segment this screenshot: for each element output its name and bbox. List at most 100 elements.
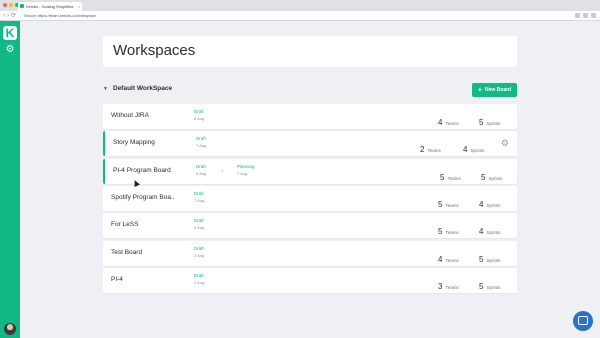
phase-name: Draft <box>196 136 206 142</box>
phase-date: 7 Aug <box>237 170 248 176</box>
board-row[interactable]: Spotify Program Boa.. Draft 7 Aug 5 Teams… <box>103 185 517 212</box>
teams-count: 5 Teams <box>438 194 459 212</box>
close-tab-icon[interactable]: × <box>78 2 80 11</box>
sprints-label: Sprints <box>486 230 501 236</box>
phase-name: Draft <box>196 163 206 169</box>
teams-label: Teams <box>427 148 441 154</box>
avatar[interactable] <box>4 323 16 335</box>
sprints-number: 5 <box>481 172 486 182</box>
menu-icon[interactable] <box>591 13 596 18</box>
board-row[interactable]: PI-4 Program Board Draft 6 Aug › Plannin… <box>103 158 517 185</box>
phase-name: Draft <box>194 109 204 114</box>
gear-icon[interactable]: ⚙ <box>501 138 509 149</box>
board-name[interactable]: PI-4 Program Board <box>113 167 171 174</box>
sprints-label: Sprints <box>470 148 485 154</box>
phase-date: 8 Aug <box>194 116 205 121</box>
sprints-number: 4 <box>463 145 468 155</box>
url-secure-label: Secure <box>24 13 37 18</box>
teams-count: 4 Teams <box>438 112 459 130</box>
favicon-icon <box>20 4 24 8</box>
phase-date: 6 Aug <box>194 225 205 231</box>
board-name[interactable]: For LeSS <box>111 221 138 228</box>
window-controls <box>3 3 19 7</box>
phase-date: 2 Aug <box>194 279 205 285</box>
sprints-label: Sprints <box>488 175 503 181</box>
main-content: Workspaces ▼ Default WorkSpace + New Boar… <box>20 21 600 338</box>
gear-icon[interactable]: ⚙ <box>4 44 16 56</box>
phase-planning: Planning 7 Aug <box>237 164 255 176</box>
board-row[interactable]: For LeSS Draft 6 Aug 5 Teams 4 Sprints <box>103 213 517 239</box>
sprints-count: 5 Sprints <box>479 249 500 267</box>
close-window-button[interactable] <box>3 3 7 7</box>
teams-label: Teams <box>445 230 459 236</box>
teams-count: 4 Teams <box>438 249 459 267</box>
board-name[interactable]: Spotify Program Boa.. <box>111 194 175 201</box>
workspace-title[interactable]: Default WorkSpace <box>113 85 172 92</box>
new-board-button[interactable]: + New Board <box>472 83 517 97</box>
phase-draft: Draft 7 Aug <box>194 191 204 203</box>
board-name[interactable]: Without JIRA <box>111 112 149 119</box>
chevron-right-icon: › <box>221 165 224 175</box>
phase-draft: Draft 2 Aug <box>194 246 204 258</box>
phase-draft: Draft 7 Aug <box>196 136 206 148</box>
sprints-number: 4 <box>479 199 484 209</box>
page-header: Workspaces <box>103 36 517 67</box>
page-title: Workspaces <box>113 42 196 59</box>
extension-icon[interactable] <box>575 13 580 18</box>
board-row[interactable]: PI-4 Draft 2 Aug 3 Teams 5 Sprints <box>103 267 517 294</box>
board-row[interactable]: Without JIRA Draft 8 Aug 4 Teams 5 Sprints <box>103 104 517 129</box>
url-field[interactable]: Secure https://team.kendis.io/workspace <box>24 12 96 20</box>
phase-name: Planning <box>237 163 255 169</box>
teams-count: 3 Teams <box>438 276 459 294</box>
teams-number: 5 <box>440 172 445 182</box>
phase-draft: Draft 8 Aug <box>194 109 204 121</box>
teams-number: 5 <box>438 199 443 209</box>
sprints-count: 4 Sprints <box>479 194 500 212</box>
sprints-number: 5 <box>479 281 484 291</box>
teams-label: Teams <box>445 202 459 208</box>
board-name[interactable]: Test Board <box>111 249 142 256</box>
sprints-label: Sprints <box>486 284 501 290</box>
sprints-number: 5 <box>479 118 484 127</box>
plus-icon: + <box>477 87 482 94</box>
sprints-label: Sprints <box>486 202 501 208</box>
teams-number: 5 <box>438 227 443 237</box>
sprints-count: 5 Sprints <box>479 112 500 130</box>
sprints-count: 4 Sprints <box>479 221 500 239</box>
phase-name: Draft <box>194 272 204 278</box>
browser-tab[interactable]: Kendis - Scaling Simplified × <box>18 2 82 11</box>
workspace-header: ▼ Default WorkSpace + New Board <box>103 83 517 97</box>
teams-label: Teams <box>447 175 461 181</box>
board-row[interactable]: Test Board Draft 2 Aug 4 Teams 5 Sprints <box>103 240 517 267</box>
sprints-number: 4 <box>479 227 484 237</box>
teams-label: Teams <box>445 284 459 290</box>
sprints-count: 5 Sprints <box>481 167 502 185</box>
teams-number: 3 <box>438 281 443 291</box>
kendis-logo[interactable]: K <box>3 26 17 40</box>
app-sidebar: K ⚙ <box>0 21 20 338</box>
browser-tab-bar: Kendis - Scaling Simplified × <box>0 0 600 11</box>
phase-draft: Draft 6 Aug <box>196 164 206 176</box>
phase-name: Draft <box>194 190 204 196</box>
minimize-window-button[interactable] <box>9 3 13 7</box>
sprints-label: Sprints <box>486 257 501 263</box>
chat-icon <box>578 316 588 325</box>
url-text: https://team.kendis.io/workspace <box>37 13 96 18</box>
chat-button[interactable] <box>573 311 593 331</box>
teams-count: 5 Teams <box>438 221 459 239</box>
board-name[interactable]: PI-4 <box>111 276 123 283</box>
browser-nav-buttons[interactable]: ‹›⟳ <box>3 12 18 19</box>
extension-icon[interactable] <box>583 13 588 18</box>
chevron-down-icon[interactable]: ▼ <box>103 86 108 92</box>
board-name[interactable]: Story Mapping <box>113 139 155 146</box>
phase-date: 2 Aug <box>194 252 205 258</box>
phase-date: 6 Aug <box>196 170 207 176</box>
teams-label: Teams <box>445 257 459 263</box>
teams-count: 5 Teams <box>440 167 461 185</box>
browser-extensions <box>575 13 596 18</box>
board-row[interactable]: Story Mapping Draft 7 Aug 2 Teams 4 Sprint… <box>103 131 517 157</box>
teams-number: 4 <box>438 254 443 264</box>
phase-name: Draft <box>194 218 204 224</box>
teams-number: 2 <box>420 145 425 155</box>
phase-name: Draft <box>194 245 204 251</box>
